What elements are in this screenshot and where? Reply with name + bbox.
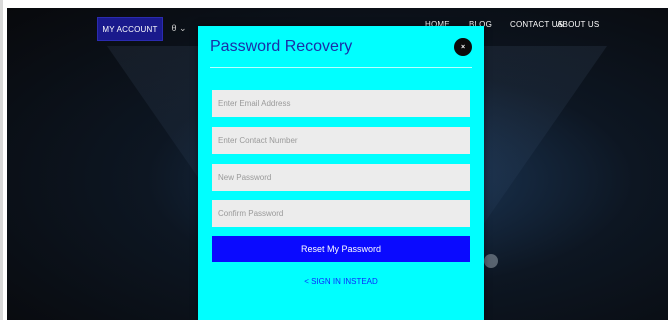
sign-in-instead-link[interactable]: < SIGN IN INSTEAD <box>212 277 470 286</box>
nav-link-about-us[interactable]: ABOUT US <box>557 20 599 29</box>
user-icon: θ ⌄ <box>171 22 187 33</box>
left-edge-rule <box>0 0 3 320</box>
reset-password-button[interactable]: Reset My Password <box>212 236 470 262</box>
user-menu-dropdown[interactable]: θ ⌄ <box>167 17 191 39</box>
nav-link-contact-us[interactable]: CONTACT US <box>510 20 563 29</box>
password-recovery-modal: Password Recovery × Reset My Password < … <box>198 26 484 320</box>
close-icon: × <box>460 43 466 51</box>
contact-number-field[interactable] <box>212 127 470 154</box>
close-button[interactable]: × <box>454 38 472 56</box>
email-field[interactable] <box>212 90 470 117</box>
new-password-field[interactable] <box>212 164 470 191</box>
my-account-button[interactable]: MY ACCOUNT <box>97 17 163 41</box>
title-divider <box>210 67 472 68</box>
confirm-password-field[interactable] <box>212 200 470 227</box>
background-dot <box>484 254 498 268</box>
modal-title: Password Recovery <box>210 38 353 55</box>
